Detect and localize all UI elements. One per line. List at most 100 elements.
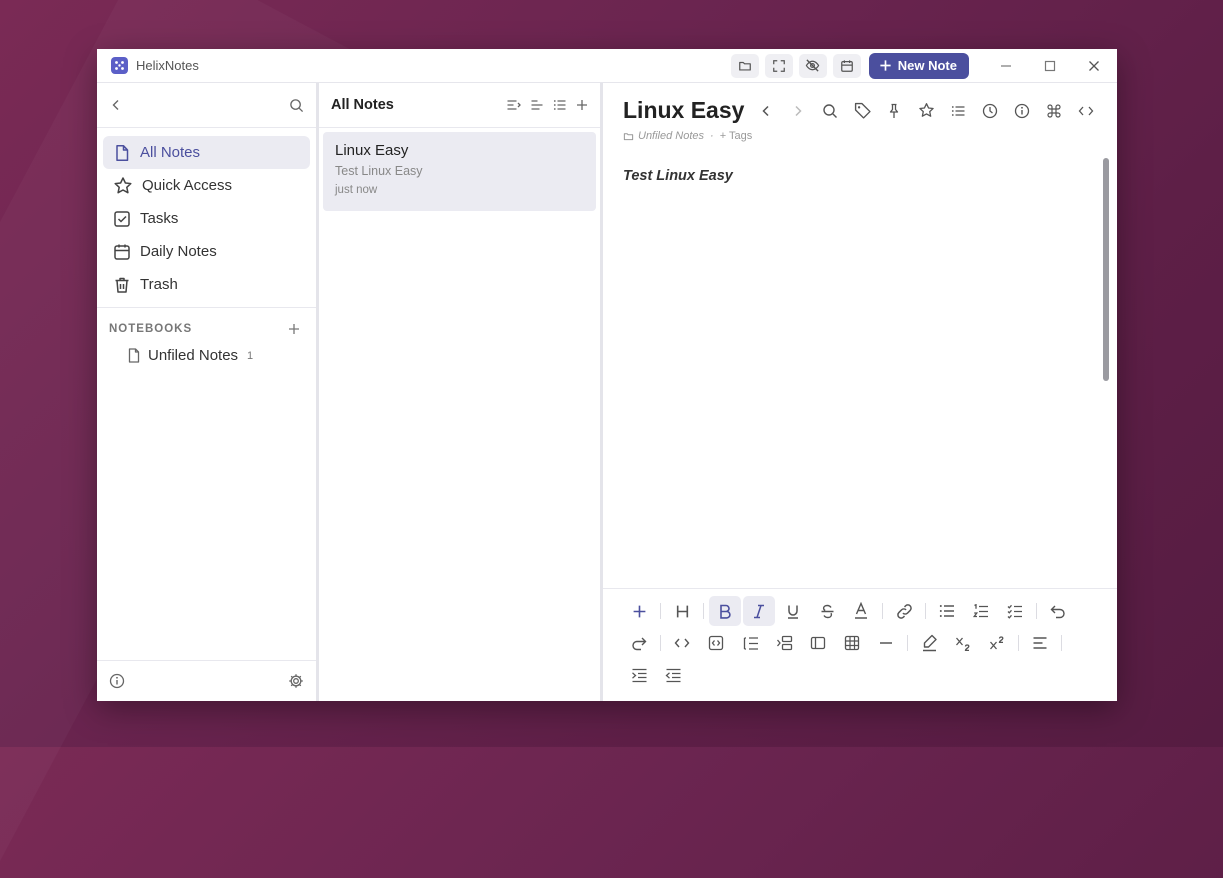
pin-icon xyxy=(889,103,899,118)
link-button[interactable] xyxy=(888,596,920,626)
maximize-button[interactable] xyxy=(1035,54,1065,78)
fullscreen-button[interactable] xyxy=(764,53,793,78)
undo-button[interactable] xyxy=(1042,596,1074,626)
notebook-label: Unfiled Notes xyxy=(148,347,239,364)
quote-icon xyxy=(743,636,758,650)
numbered-list-button[interactable] xyxy=(965,596,997,626)
panel-button[interactable] xyxy=(802,628,834,658)
italic-button[interactable] xyxy=(743,596,775,626)
underline-button[interactable] xyxy=(777,596,809,626)
highlighter-icon xyxy=(922,634,937,652)
sidebar-item-all-notes[interactable]: All Notes xyxy=(103,136,310,169)
note-info-button[interactable] xyxy=(1011,100,1033,122)
strikethrough-icon xyxy=(821,604,833,618)
add-notebook-button[interactable] xyxy=(288,323,300,335)
format-toolbar xyxy=(603,588,1117,701)
info-button[interactable] xyxy=(109,673,125,689)
horizontal-rule-button[interactable] xyxy=(870,628,902,658)
highlight-button[interactable] xyxy=(913,628,945,658)
align-button[interactable] xyxy=(530,98,544,112)
settings-button[interactable] xyxy=(288,673,304,689)
info-icon xyxy=(109,673,125,689)
folder-icon xyxy=(738,61,751,71)
favorite-button[interactable] xyxy=(915,100,937,122)
search-button[interactable] xyxy=(289,98,304,113)
outline-button[interactable] xyxy=(947,100,969,122)
align-left-icon xyxy=(1033,637,1047,649)
sidebar: All Notes Quick Access Tasks Daily Notes… xyxy=(97,83,319,701)
code-block-button[interactable] xyxy=(700,628,732,658)
plus-icon xyxy=(289,324,299,334)
subscript-button[interactable] xyxy=(947,628,979,658)
command-icon xyxy=(1047,103,1061,118)
hide-button[interactable] xyxy=(798,53,827,78)
insert-button[interactable] xyxy=(623,596,655,626)
text-color-icon xyxy=(855,602,867,619)
blockquote-button[interactable] xyxy=(734,628,766,658)
sidebar-item-label: Tasks xyxy=(140,210,179,227)
sidebar-item-label: Trash xyxy=(140,276,178,293)
heading-icon xyxy=(676,605,688,617)
table-icon xyxy=(844,635,860,651)
inline-code-button[interactable] xyxy=(666,628,698,658)
back-button[interactable] xyxy=(755,100,777,122)
bold-button[interactable] xyxy=(709,596,741,626)
numbered-list-icon xyxy=(973,603,988,617)
pin-button[interactable] xyxy=(883,100,905,122)
note-card[interactable]: Linux Easy Test Linux Easy just now xyxy=(323,132,596,211)
note-notebook-link[interactable]: Unfiled Notes xyxy=(638,130,704,142)
tag-button[interactable] xyxy=(851,100,873,122)
sort-button[interactable] xyxy=(506,98,521,112)
chevron-left-icon xyxy=(762,105,769,116)
source-view-button[interactable] xyxy=(1075,100,1097,122)
text-color-button[interactable] xyxy=(845,596,877,626)
sidebar-item-trash[interactable]: Trash xyxy=(103,268,310,301)
superscript-button[interactable] xyxy=(981,628,1013,658)
note-card-title: Linux Easy xyxy=(335,142,409,159)
link-icon xyxy=(896,603,912,619)
editor-scrollbar[interactable] xyxy=(1103,158,1109,381)
indent-button[interactable] xyxy=(623,660,655,690)
note-meta: Unfiled Notes · + Tags xyxy=(603,124,1117,142)
redo-icon xyxy=(632,637,647,650)
sidebar-item-tasks[interactable]: Tasks xyxy=(103,202,310,235)
note-body[interactable]: Test Linux Easy xyxy=(603,142,1117,184)
note-title[interactable]: Linux Easy xyxy=(623,97,744,124)
sidebar-item-quick-access[interactable]: Quick Access xyxy=(103,169,310,202)
collapse-sidebar-button[interactable] xyxy=(109,98,123,112)
heading-button[interactable] xyxy=(666,596,698,626)
bullet-list-button[interactable] xyxy=(931,596,963,626)
sidebar-item-label: Quick Access xyxy=(142,177,233,194)
callout-button[interactable] xyxy=(768,628,800,658)
list-icon xyxy=(951,105,964,116)
command-button[interactable] xyxy=(1043,100,1065,122)
sidebar-nav: All Notes Quick Access Tasks Daily Notes… xyxy=(97,128,316,308)
eye-off-icon xyxy=(805,59,820,72)
plus-icon xyxy=(880,60,891,71)
notebook-item-unfiled[interactable]: Unfiled Notes 1 xyxy=(97,343,316,364)
folder-button[interactable] xyxy=(730,53,759,78)
star-icon xyxy=(114,176,132,193)
redo-button[interactable] xyxy=(623,628,655,658)
calendar-button[interactable] xyxy=(832,53,861,78)
italic-icon xyxy=(754,604,764,618)
close-icon xyxy=(1089,60,1099,71)
find-button[interactable] xyxy=(819,100,841,122)
add-tags-link[interactable]: + Tags xyxy=(720,130,753,142)
checklist-button[interactable] xyxy=(999,596,1031,626)
outdent-icon xyxy=(665,668,680,682)
strikethrough-button[interactable] xyxy=(811,596,843,626)
minimize-button[interactable] xyxy=(991,54,1021,78)
editor-panel: Linux Easy Unfiled Notes · + Tags Test L… xyxy=(603,83,1117,701)
table-button[interactable] xyxy=(836,628,868,658)
outdent-button[interactable] xyxy=(657,660,689,690)
sidebar-item-daily-notes[interactable]: Daily Notes xyxy=(103,235,310,268)
history-button[interactable] xyxy=(979,100,1001,122)
new-note-button[interactable]: New Note xyxy=(868,52,969,79)
add-note-button[interactable] xyxy=(576,99,588,111)
close-button[interactable] xyxy=(1079,54,1109,78)
list-view-button[interactable] xyxy=(553,98,567,112)
forward-button[interactable] xyxy=(787,100,809,122)
bullet-list-icon xyxy=(939,605,954,617)
align-button[interactable] xyxy=(1024,628,1056,658)
